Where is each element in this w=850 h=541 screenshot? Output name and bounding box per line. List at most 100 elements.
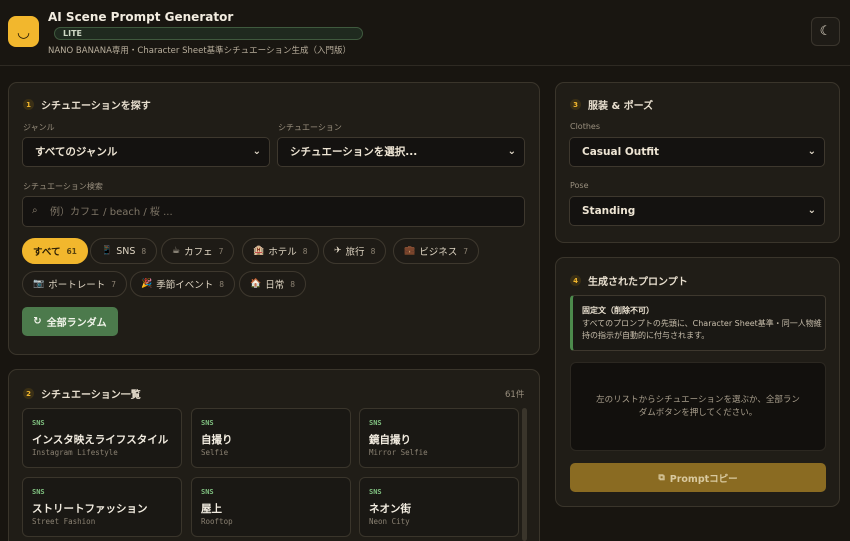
chip-travel[interactable]: ✈ 旅行 8 xyxy=(323,238,387,264)
situation-card[interactable]: SNS 鏡自撮り Mirror Selfie xyxy=(359,408,519,468)
chip-hotel[interactable]: 🏨 ホテル 8 xyxy=(242,238,319,264)
chip-label: 旅行 xyxy=(345,247,365,258)
chip-count: 7 xyxy=(111,279,117,289)
step3-header: 3 服装 & ポーズ xyxy=(570,97,653,112)
clothes-label: Clothes xyxy=(570,122,600,131)
chip-portrait[interactable]: 📷 ポートレート 7 xyxy=(22,271,128,297)
chevron-down-icon: ⌄ xyxy=(807,205,816,216)
card-name: ストリートファッション xyxy=(32,503,148,515)
card-category: SNS xyxy=(201,419,214,427)
house-icon: 🏠 xyxy=(250,279,262,289)
search-label: シチュエーション検索 xyxy=(23,182,103,191)
chip-count: 8 xyxy=(370,246,376,256)
situation-card[interactable]: SNS ネオン街 Neon City xyxy=(359,477,519,537)
situation-card[interactable]: SNS インスタ映えライフスタイル Instagram Lifestyle xyxy=(22,408,182,468)
step3-number: 3 xyxy=(570,99,581,110)
chip-count: 8 xyxy=(290,279,296,289)
lite-badge: LITE xyxy=(54,27,363,40)
airplane-icon: ✈ xyxy=(334,246,342,256)
chip-label: 日常 xyxy=(265,280,285,291)
chip-label: SNS xyxy=(116,245,136,257)
card-name: インスタ映えライフスタイル xyxy=(32,434,169,446)
step1-number: 1 xyxy=(23,99,34,110)
copy-prompt-label: Promptコピー xyxy=(669,473,738,485)
situation-label: シチュエーション xyxy=(278,123,342,132)
camera-icon: 📷 xyxy=(33,279,45,289)
chip-label: すべて xyxy=(33,247,61,258)
coffee-icon: ☕ xyxy=(172,246,181,256)
situation-card[interactable]: SNS 自撮り Selfie xyxy=(191,408,351,468)
briefcase-icon: 💼 xyxy=(404,246,416,256)
random-all-button[interactable]: ↻ 全部ランダム xyxy=(22,307,118,336)
card-category: SNS xyxy=(32,488,45,496)
pose-select-value: Standing xyxy=(582,205,636,217)
step4-title: 生成されたプロンプト xyxy=(588,277,688,288)
search-box: ⌕ xyxy=(22,196,525,227)
step2-title: シチュエーション一覧 xyxy=(41,390,141,401)
fixed-prefix-description: すべてのプロンプトの先頭に、Character Sheet基準・同一人物維持の指… xyxy=(582,319,822,340)
card-english-name: Mirror Selfie xyxy=(369,448,428,457)
step4-header: 4 生成されたプロンプト xyxy=(570,273,688,288)
app-logo-icon: ◡ xyxy=(8,16,39,47)
refresh-icon: ↻ xyxy=(33,316,42,327)
prompt-output-area[interactable]: 左のリストからシチュエーションを選ぶか、全部ランダムボタンを押してください。 xyxy=(570,362,826,451)
chip-label: 季節イベント xyxy=(156,280,214,291)
party-icon: 🎉 xyxy=(141,279,153,289)
card-english-name: Neon City xyxy=(369,517,410,526)
chip-count: 8 xyxy=(302,246,308,256)
phone-icon: 📱 xyxy=(101,246,113,256)
moon-icon: ☾ xyxy=(819,24,832,39)
card-english-name: Selfie xyxy=(201,448,229,457)
genre-select-value: すべてのジャンル xyxy=(35,146,118,158)
chip-label: カフェ xyxy=(184,247,213,258)
chip-business[interactable]: 💼 ビジネス 7 xyxy=(393,238,480,264)
chip-label: ポートレート xyxy=(48,280,106,291)
card-english-name: Rooftop xyxy=(201,517,233,526)
chevron-down-icon: ⌄ xyxy=(507,146,516,157)
chip-sns[interactable]: 📱 SNS 8 xyxy=(90,238,158,264)
clothes-select[interactable]: Casual Outfit ⌄ xyxy=(569,137,825,167)
chip-count: 7 xyxy=(218,246,224,256)
list-scrollbar[interactable] xyxy=(522,408,527,541)
chip-count: 8 xyxy=(219,279,225,289)
prompt-output-placeholder: 左のリストからシチュエーションを選ぶか、全部ランダムボタンを押してください。 xyxy=(596,394,800,418)
step1-title: シチュエーションを探す xyxy=(41,101,151,112)
step4-number: 4 xyxy=(570,275,581,286)
card-category: SNS xyxy=(201,488,214,496)
situation-select[interactable]: シチュエーションを選択... ⌄ xyxy=(277,137,525,167)
pose-select[interactable]: Standing ⌄ xyxy=(569,196,825,226)
chevron-down-icon: ⌄ xyxy=(252,146,261,157)
chip-count: 8 xyxy=(141,246,147,256)
situation-select-value: シチュエーションを選択... xyxy=(290,146,418,158)
chip-all[interactable]: すべて 61 xyxy=(22,238,88,264)
chip-label: ビジネス xyxy=(419,247,458,258)
pose-label: Pose xyxy=(570,181,589,190)
fixed-prefix-notice: 固定文（削除不可） すべてのプロンプトの先頭に、Character Sheet基… xyxy=(570,295,826,351)
step2-header: 2 シチュエーション一覧 xyxy=(23,386,141,401)
copy-prompt-button[interactable]: ⧉ Promptコピー xyxy=(570,463,826,492)
card-name: 屋上 xyxy=(201,503,222,515)
clothes-select-value: Casual Outfit xyxy=(582,146,660,158)
card-english-name: Street Fashion xyxy=(32,517,96,526)
genre-label: ジャンル xyxy=(23,123,55,132)
search-icon: ⌕ xyxy=(32,205,38,216)
situation-card[interactable]: SNS 屋上 Rooftop xyxy=(191,477,351,537)
chip-count: 7 xyxy=(463,246,469,256)
random-all-label: 全部ランダム xyxy=(46,318,107,329)
search-input[interactable] xyxy=(50,203,510,221)
card-category: SNS xyxy=(369,488,382,496)
chip-seasonal[interactable]: 🎉 季節イベント 8 xyxy=(130,271,236,297)
theme-toggle-button[interactable]: ☾ xyxy=(811,17,840,46)
chip-daily[interactable]: 🏠 日常 8 xyxy=(239,271,307,297)
genre-select[interactable]: すべてのジャンル ⌄ xyxy=(22,137,270,167)
card-name: ネオン街 xyxy=(369,503,411,515)
chip-label: ホテル xyxy=(268,247,297,258)
card-name: 自撮り xyxy=(201,434,233,446)
chevron-down-icon: ⌄ xyxy=(807,146,816,157)
situation-card[interactable]: SNS ストリートファッション Street Fashion xyxy=(22,477,182,537)
app-title: AI Scene Prompt Generator xyxy=(48,10,234,24)
chip-count: 61 xyxy=(66,246,77,256)
copy-icon: ⧉ xyxy=(658,472,665,483)
chip-cafe[interactable]: ☕ カフェ 7 xyxy=(161,238,235,264)
card-category: SNS xyxy=(369,419,382,427)
